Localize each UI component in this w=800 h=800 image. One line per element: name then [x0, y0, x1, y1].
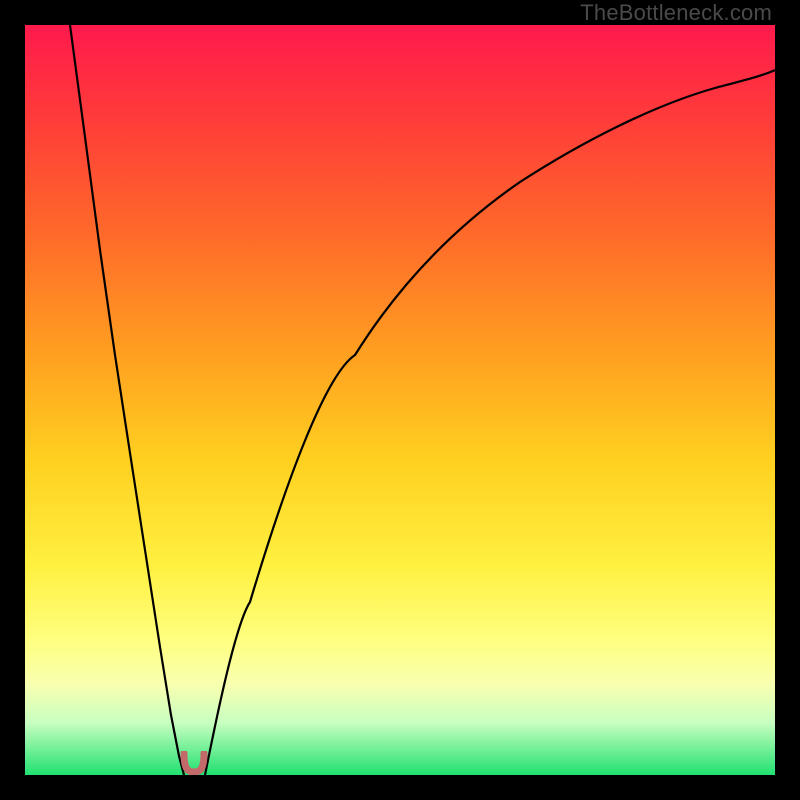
- curve-left-branch: [70, 25, 184, 775]
- bottleneck-curve: [25, 25, 775, 775]
- curve-right-branch: [205, 70, 775, 775]
- u-shape-icon: [184, 753, 204, 772]
- watermark-text: TheBottleneck.com: [580, 0, 772, 26]
- chart-frame: TheBottleneck.com: [0, 0, 800, 800]
- minimum-marker: [179, 751, 209, 775]
- plot-area: [25, 25, 775, 775]
